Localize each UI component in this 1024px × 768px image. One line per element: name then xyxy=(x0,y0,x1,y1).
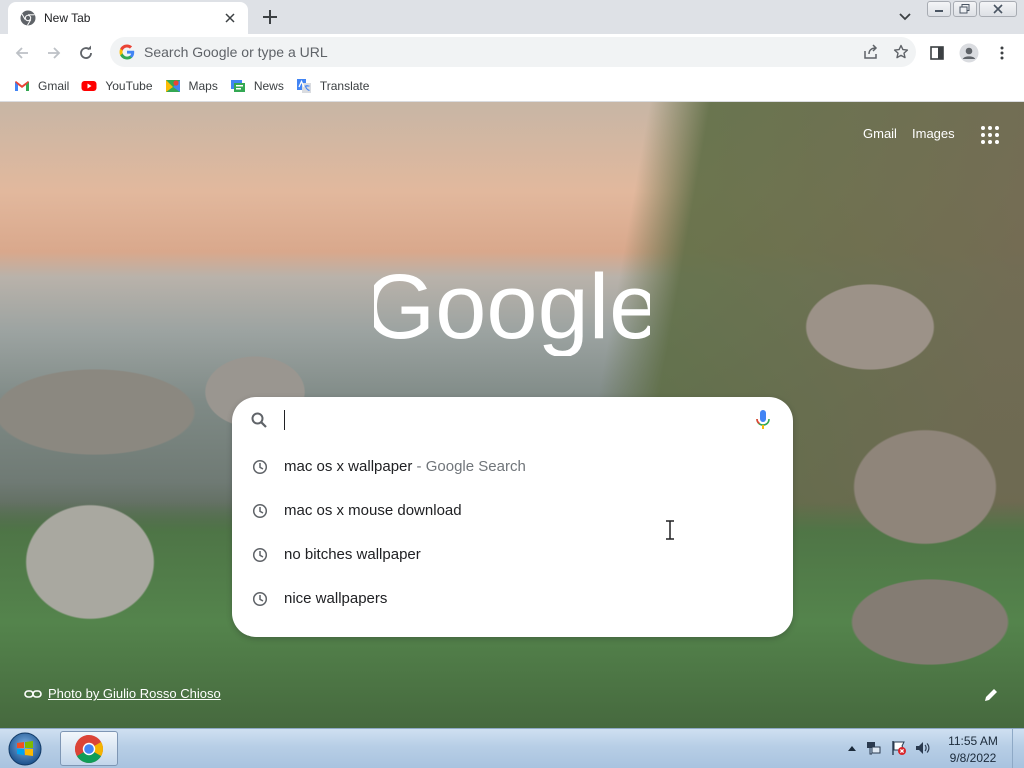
windows-start-button[interactable] xyxy=(5,731,45,767)
google-g-icon xyxy=(119,44,135,60)
suggestion-item[interactable]: no bitches wallpaper xyxy=(232,533,793,577)
google-apps-grid-icon[interactable] xyxy=(979,124,1001,146)
browser-toolbar: Search Google or type a URL xyxy=(0,34,1024,71)
history-clock-icon xyxy=(252,547,268,563)
youtube-icon xyxy=(81,78,97,94)
network-icon[interactable] xyxy=(866,740,882,756)
search-suggestions-box: mac os x wallpaper - Google Search mac o… xyxy=(232,397,793,637)
bookmark-gmail[interactable]: Gmail xyxy=(8,73,75,99)
action-center-flag-icon[interactable] xyxy=(891,740,907,756)
windows-taskbar: 11:55 AM 9/8/2022 xyxy=(0,728,1024,768)
tab-close-icon[interactable] xyxy=(222,10,238,26)
news-icon xyxy=(230,78,246,94)
back-button[interactable] xyxy=(9,40,35,66)
share-icon[interactable] xyxy=(856,39,886,65)
tray-expand-arrow-icon[interactable] xyxy=(844,740,860,756)
new-tab-button[interactable] xyxy=(260,7,280,27)
customize-pencil-icon[interactable] xyxy=(983,687,999,703)
window-maximize-button[interactable] xyxy=(953,1,977,17)
taskbar-time[interactable]: 11:55 AM xyxy=(940,734,1006,748)
suggestion-item[interactable]: nice wallpapers xyxy=(232,577,793,621)
tab-strip: New Tab xyxy=(0,0,1024,34)
bookmark-label: Gmail xyxy=(38,79,70,93)
chrome-icon xyxy=(75,734,103,763)
text-caret xyxy=(284,410,285,430)
tab-search-chevron-icon[interactable] xyxy=(895,8,915,26)
bookmark-label: Maps xyxy=(188,79,218,93)
tab-title: New Tab xyxy=(44,11,91,25)
suggestion-suffix: - Google Search xyxy=(412,458,526,475)
profile-avatar-icon[interactable] xyxy=(956,40,982,66)
forward-button[interactable] xyxy=(41,40,67,66)
link-chain-icon xyxy=(24,689,42,698)
gmail-link[interactable]: Gmail xyxy=(863,126,897,141)
suggestion-text: nice wallpapers xyxy=(284,590,388,607)
suggestion-text: mac os x wallpaper - Google Search xyxy=(284,458,526,475)
bookmark-label: News xyxy=(253,79,284,93)
suggestion-text: mac os x mouse download xyxy=(284,502,462,519)
bookmark-news[interactable]: News xyxy=(224,73,290,99)
gmail-icon xyxy=(14,78,30,94)
volume-speaker-icon[interactable] xyxy=(915,740,931,756)
history-clock-icon xyxy=(252,459,268,475)
images-link[interactable]: Images xyxy=(912,126,955,141)
maps-icon xyxy=(165,78,181,94)
menu-kebab-icon[interactable] xyxy=(989,40,1015,66)
google-logo: Google xyxy=(374,260,650,356)
history-clock-icon xyxy=(252,591,268,607)
omnibox[interactable]: Search Google or type a URL xyxy=(110,37,916,67)
window-minimize-button[interactable] xyxy=(927,1,951,17)
omnibox-placeholder: Search Google or type a URL xyxy=(144,44,328,60)
search-input[interactable] xyxy=(232,397,793,443)
google-logo-text: Google xyxy=(374,260,650,356)
translate-icon xyxy=(296,78,312,94)
suggestion-item[interactable]: mac os x mouse download xyxy=(232,489,793,533)
chrome-tab-icon xyxy=(20,10,36,26)
taskbar-date[interactable]: 9/8/2022 xyxy=(940,751,1006,765)
side-panel-icon[interactable] xyxy=(924,40,950,66)
suggestion-item[interactable]: mac os x wallpaper - Google Search xyxy=(232,445,793,489)
photo-credit-text: Photo by Giulio Rosso Chioso xyxy=(48,686,221,701)
microphone-icon[interactable] xyxy=(754,409,772,431)
new-tab-page-background: Gmail Images Google mac os x wallpaper -… xyxy=(0,102,1024,728)
photo-credit-link[interactable]: Photo by Giulio Rosso Chioso xyxy=(24,686,221,701)
bookmark-label: Translate xyxy=(319,79,370,93)
reload-button[interactable] xyxy=(73,40,99,66)
tab-new-tab[interactable]: New Tab xyxy=(8,2,248,34)
bookmarks-bar: Gmail YouTube Maps News Translate xyxy=(0,71,1024,102)
bookmark-translate[interactable]: Translate xyxy=(290,73,376,99)
bookmark-star-icon[interactable] xyxy=(886,39,916,65)
taskbar-chrome-button[interactable] xyxy=(60,731,118,766)
history-clock-icon xyxy=(252,503,268,519)
bookmark-label: YouTube xyxy=(105,79,153,93)
bookmark-maps[interactable]: Maps xyxy=(159,73,224,99)
show-desktop-button[interactable] xyxy=(1012,729,1024,768)
search-icon xyxy=(251,412,267,428)
text-cursor-ibeam-icon xyxy=(666,520,674,540)
bookmark-youtube[interactable]: YouTube xyxy=(75,73,158,99)
window-close-button[interactable] xyxy=(979,1,1017,17)
suggestion-text: no bitches wallpaper xyxy=(284,546,421,563)
